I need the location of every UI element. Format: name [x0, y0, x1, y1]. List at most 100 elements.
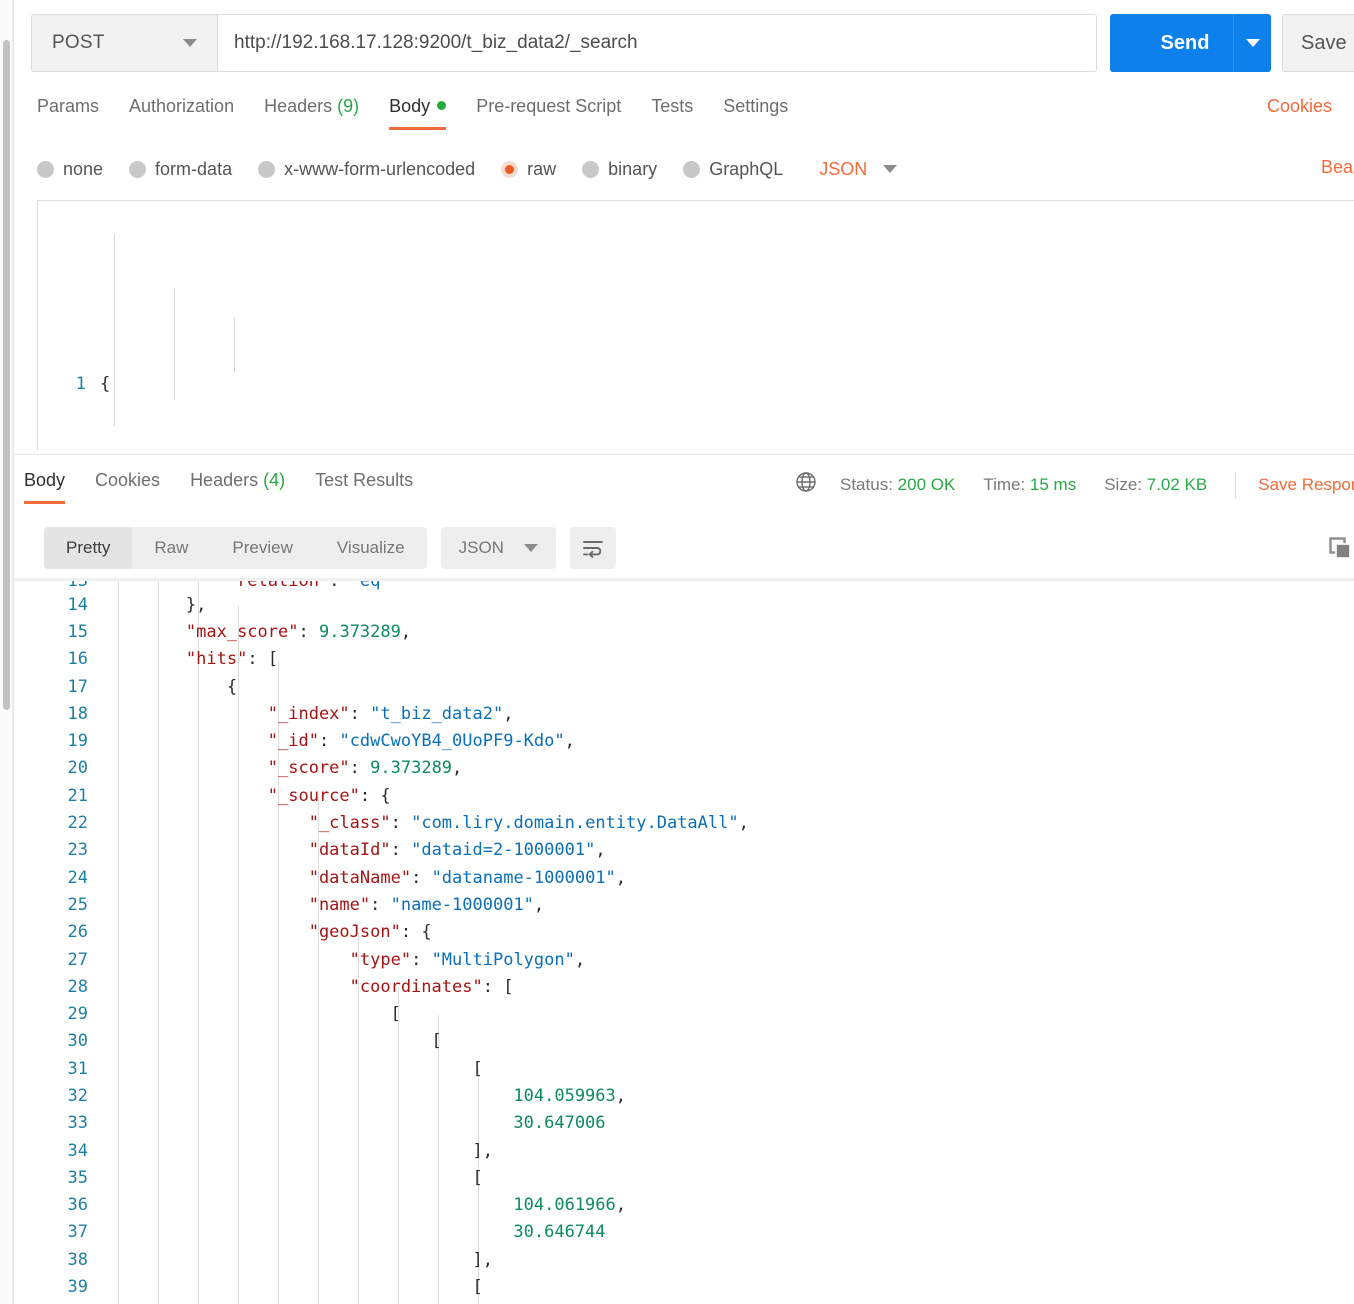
line-number: 35: [67, 1167, 88, 1188]
chevron-down-icon: [1245, 39, 1260, 47]
body-type-urlencoded-label: x-www-form-urlencoded: [284, 158, 476, 179]
response-tab-headers-label: Headers: [190, 470, 259, 490]
view-visualize-button[interactable]: Visualize: [315, 527, 427, 569]
send-options-button[interactable]: [1233, 14, 1271, 72]
response-code-line: 15 "max_score": 9.373289,: [14, 618, 1354, 645]
response-scroll-fade: [14, 578, 1354, 581]
line-number: 17: [67, 676, 88, 697]
line-text: "name": "name-1000001",: [308, 894, 545, 915]
response-code-line: 18 "_index": "t_biz_data2",: [14, 700, 1354, 727]
response-tab-headers[interactable]: Headers (4): [190, 466, 285, 507]
view-preview-button[interactable]: Preview: [210, 527, 314, 569]
response-code-line: 28 "coordinates": [: [14, 973, 1354, 1000]
copy-response-button[interactable]: [1319, 527, 1354, 569]
chevron-down-icon: [883, 165, 898, 173]
body-type-binary[interactable]: binary: [582, 159, 657, 180]
line-number: 20: [67, 758, 88, 779]
line-text: },: [185, 594, 207, 615]
vertical-scrollbar-thumb[interactable]: [3, 40, 10, 710]
save-response-button[interactable]: Save Respons: [1258, 475, 1354, 495]
chevron-down-icon: [183, 39, 197, 47]
body-type-options: none form-data x-www-form-urlencoded raw…: [37, 152, 898, 186]
tab-pre-request-script[interactable]: Pre-request Script: [476, 92, 621, 133]
response-code-line: 32 104.059963,: [14, 1082, 1354, 1109]
line-number: 14: [67, 594, 88, 615]
beautify-link[interactable]: Beau: [1321, 157, 1354, 178]
response-code-line: 38 ],: [14, 1246, 1354, 1273]
tab-body[interactable]: Body: [389, 92, 447, 133]
tab-params[interactable]: Params: [37, 92, 99, 133]
size-label: Size:: [1104, 474, 1143, 494]
body-type-graphql[interactable]: GraphQL: [683, 159, 783, 180]
request-tabs: Params Authorization Headers (9) Body Pr…: [14, 92, 1354, 140]
response-tab-headers-count: (4): [263, 470, 286, 490]
line-number: 39: [67, 1277, 88, 1298]
line-text: [: [390, 1004, 401, 1025]
line-text: "dataName": "dataname-1000001",: [308, 867, 627, 888]
line-number: 22: [67, 813, 88, 834]
line-text: {: [226, 676, 238, 697]
line-text: "_score": 9.373289,: [267, 758, 463, 779]
line-number: 31: [67, 1058, 88, 1079]
response-code-line: 36 104.061966,: [14, 1192, 1354, 1219]
line-text: 30.646744: [513, 1222, 606, 1243]
body-format-dropdown[interactable]: JSON: [819, 158, 898, 180]
response-tab-cookies[interactable]: Cookies: [95, 466, 160, 507]
response-code-line: 22 "_class": "com.liry.domain.entity.Dat…: [14, 809, 1354, 836]
radio-icon: [582, 160, 600, 178]
response-view-group: Pretty Raw Preview Visualize: [44, 527, 427, 569]
status-label-group: Status: 200 OK: [840, 475, 955, 495]
save-button[interactable]: Save: [1282, 14, 1354, 72]
body-type-raw[interactable]: raw: [501, 159, 556, 180]
url-group: POST http://192.168.17.128:9200/t_biz_da…: [31, 14, 1097, 72]
line-number: 25: [67, 894, 88, 915]
response-code-line: 34 ],: [14, 1137, 1354, 1164]
cookies-link[interactable]: Cookies: [1267, 96, 1332, 117]
url-input[interactable]: http://192.168.17.128:9200/t_biz_data2/_…: [218, 15, 1096, 71]
response-body-viewer[interactable]: 13 "relation": "eq" 14 }, 15 "max_score": …: [14, 578, 1354, 1304]
response-format-label: JSON: [458, 538, 504, 557]
request-body-editor[interactable]: 1 { 2 "track_total_hits": true, 3 "query…: [37, 200, 1354, 450]
body-type-graphql-label: GraphQL: [709, 158, 784, 179]
response-tab-body[interactable]: Body: [24, 466, 66, 507]
http-method-dropdown[interactable]: POST: [32, 15, 218, 71]
line-text: "max_score": 9.373289,: [185, 621, 412, 642]
view-pretty-button[interactable]: Pretty: [44, 527, 133, 569]
line-number: 28: [67, 976, 88, 997]
request-body-code: 1 { 2 "track_total_hits": true, 3 "query…: [38, 201, 1354, 450]
line-text: 104.061966,: [513, 1195, 627, 1216]
line-number: 36: [67, 1195, 88, 1216]
response-tab-test-results[interactable]: Test Results: [315, 466, 413, 507]
tab-tests-label: Tests: [651, 96, 694, 116]
line-text: 30.647006: [513, 1113, 606, 1134]
body-type-urlencoded[interactable]: x-www-form-urlencoded: [258, 159, 475, 180]
line-text: "_index": "t_biz_data2",: [267, 703, 514, 724]
response-code-line: 25 "name": "name-1000001",: [14, 891, 1354, 918]
response-code-line: 29 [: [14, 1000, 1354, 1027]
line-number: 32: [67, 1085, 88, 1106]
body-type-none[interactable]: none: [37, 159, 103, 180]
line-number: 16: [67, 649, 88, 670]
tab-body-label: Body: [389, 96, 431, 116]
app-left-rail: [0, 0, 13, 1304]
response-code-line: 20 "_score": 9.373289,: [14, 755, 1354, 782]
word-wrap-toggle[interactable]: [569, 527, 616, 569]
view-raw-button[interactable]: Raw: [132, 527, 210, 569]
line-number: 27: [67, 949, 88, 970]
body-format-label: JSON: [819, 158, 868, 179]
line-number: 1: [75, 374, 86, 395]
tab-authorization[interactable]: Authorization: [129, 92, 234, 133]
tab-settings-label: Settings: [723, 96, 789, 116]
tab-settings[interactable]: Settings: [723, 92, 788, 133]
globe-icon[interactable]: [794, 470, 818, 499]
response-code-line: 19 "_id": "cdwCwoYB4_0UoPF9-Kdo",: [14, 727, 1354, 754]
tab-tests[interactable]: Tests: [651, 92, 693, 133]
radio-icon: [37, 160, 54, 178]
response-format-dropdown[interactable]: JSON: [440, 527, 556, 569]
line-text: "geoJson": {: [308, 922, 432, 943]
tab-headers[interactable]: Headers (9): [264, 92, 359, 133]
status-value: 200 OK: [897, 474, 956, 494]
time-label-group: Time: 15 ms: [983, 475, 1076, 495]
response-tab-cookies-label: Cookies: [95, 470, 161, 490]
body-type-form-data[interactable]: form-data: [129, 159, 232, 180]
